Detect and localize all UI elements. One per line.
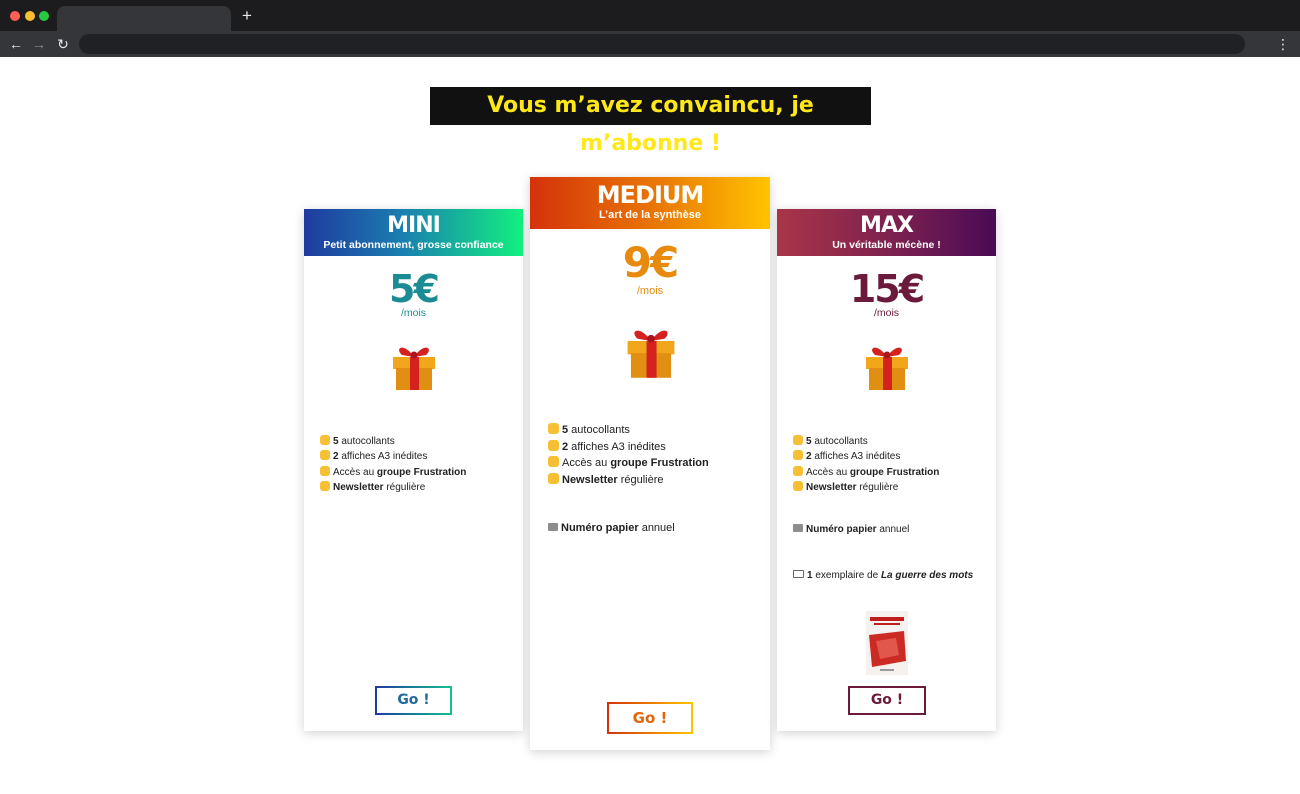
navigation-bar: ← → ↻ ⋮: [0, 31, 1300, 57]
feature-book-copy: 1 exemplaire de La guerre des mots: [793, 570, 973, 581]
feature-list: 5 autocollants 2 affiches A3 inédites Ac…: [793, 434, 939, 495]
browser-chrome: + ← → ↻ ⋮: [0, 0, 1300, 57]
feature-item: Accès au groupe Frustration: [320, 465, 466, 480]
address-bar[interactable]: [79, 34, 1245, 54]
feature-item: Newsletter régulière: [548, 472, 709, 489]
newspaper-icon: [548, 523, 558, 531]
plan-card-max: MAX Un véritable mécène ! 15€ /mois 5 au…: [777, 209, 996, 731]
plan-period: /mois: [873, 307, 900, 319]
plan-name: MINI: [387, 213, 441, 238]
open-book-icon: [793, 570, 804, 578]
feature-item: Newsletter régulière: [320, 480, 466, 495]
fist-emoji-icon: [793, 465, 803, 476]
plan-tagline: L’art de la synthèse: [598, 209, 702, 221]
kebab-menu-icon[interactable]: ⋮: [1276, 35, 1290, 53]
plan-price: 15€: [849, 267, 925, 311]
page-headline: Vous m’avez convaincu, je m’abonne !: [430, 87, 871, 156]
feature-paper-issue: Numéro papier annuel: [793, 524, 909, 535]
plan-price: 9€: [622, 238, 679, 287]
plan-period: /mois: [400, 307, 427, 319]
minimize-window-button[interactable]: [25, 11, 35, 21]
fist-emoji-icon: [548, 472, 559, 484]
back-arrow-icon[interactable]: ←: [8, 35, 24, 53]
fist-emoji-icon: [320, 450, 330, 461]
fist-emoji-icon: [320, 480, 330, 491]
feature-item: 5 autocollants: [548, 422, 709, 439]
plan-tagline: Un véritable mécène !: [832, 239, 941, 251]
feature-paper-issue: Numéro papier annuel: [548, 522, 675, 534]
plan-card-mini: MINI Petit abonnement, grosse confiance …: [304, 209, 523, 731]
go-button-max[interactable]: Go !: [848, 686, 926, 715]
feature-item: 2 affiches A3 inédites: [320, 449, 466, 464]
fist-emoji-icon: [793, 450, 803, 461]
feature-item: 5 autocollants: [793, 434, 939, 449]
fist-emoji-icon: [548, 423, 559, 434]
reload-icon[interactable]: ↻: [55, 35, 71, 53]
fist-emoji-icon: [548, 456, 559, 468]
feature-item: 2 affiches A3 inédites: [793, 449, 939, 464]
plan-price: 5€: [389, 267, 440, 311]
fist-emoji-icon: [793, 480, 803, 491]
feature-item: 2 affiches A3 inédites: [548, 439, 709, 456]
book-cover-image: [866, 611, 908, 675]
maximize-window-button[interactable]: [39, 11, 49, 21]
page-content: Vous m’avez convaincu, je m’abonne ! MIN…: [0, 57, 1300, 794]
feature-item: Newsletter régulière: [793, 480, 939, 495]
close-window-button[interactable]: [10, 11, 20, 21]
tab-strip: +: [0, 0, 1300, 31]
feature-item: Accès au groupe Frustration: [548, 455, 709, 472]
gift-icon: [866, 347, 908, 390]
feature-item: 5 autocollants: [320, 434, 466, 449]
forward-arrow-icon[interactable]: →: [31, 35, 47, 53]
feature-list: 5 autocollants 2 affiches A3 inédites Ac…: [548, 422, 709, 488]
plan-period: /mois: [636, 285, 664, 297]
plan-header-max: MAX Un véritable mécène !: [777, 209, 996, 256]
feature-list: 5 autocollants 2 affiches A3 inédites Ac…: [320, 434, 466, 495]
plan-name: MAX: [860, 213, 914, 238]
fist-emoji-icon: [320, 465, 330, 476]
feature-item: Accès au groupe Frustration: [793, 465, 939, 480]
plan-header-mini: MINI Petit abonnement, grosse confiance: [304, 209, 523, 256]
plan-card-medium: MEDIUM L’art de la synthèse 9€ /mois 5 a…: [530, 177, 770, 750]
gift-icon: [627, 330, 675, 378]
browser-tab[interactable]: [57, 6, 231, 31]
plan-header-medium: MEDIUM L’art de la synthèse: [530, 177, 770, 229]
newspaper-icon: [793, 524, 803, 532]
new-tab-plus-icon[interactable]: +: [240, 6, 254, 26]
fist-emoji-icon: [793, 435, 803, 445]
go-button-mini[interactable]: Go !: [375, 686, 452, 715]
gift-icon: [393, 347, 435, 390]
fist-emoji-icon: [548, 439, 559, 451]
go-button-medium[interactable]: Go !: [607, 702, 693, 734]
plan-name: MEDIUM: [596, 181, 705, 209]
fist-emoji-icon: [320, 435, 330, 445]
plan-tagline: Petit abonnement, grosse confiance: [323, 239, 504, 251]
